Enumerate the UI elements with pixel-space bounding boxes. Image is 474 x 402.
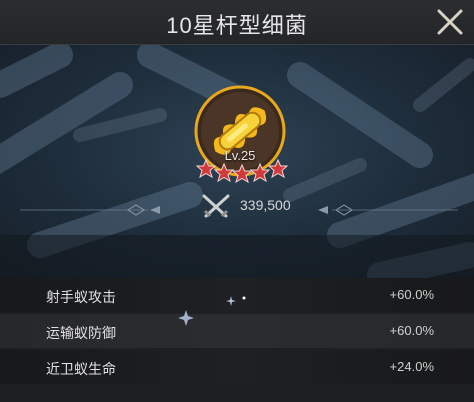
hero-banner: Lv.25 339,500 <box>0 45 474 278</box>
stat-name: 近卫蚁生命 <box>46 361 116 377</box>
stat-value: +24.0% <box>389 359 434 374</box>
crossed-swords-icon <box>200 192 232 220</box>
panel-title: 10星杆型细菌 <box>166 13 308 38</box>
stat-row: 运输蚁防御 +60.0% <box>0 314 474 348</box>
power-value: 339,500 <box>240 197 291 213</box>
stat-name: 运输蚁防御 <box>46 325 116 341</box>
bacteria-detail-panel: 10星杆型细菌 Lv.25 339,500 射手蚁攻击 +60.0% 运输蚁防御… <box>0 0 474 402</box>
stat-value: +60.0% <box>389 323 434 338</box>
left-divider-icon <box>20 204 160 216</box>
stat-name: 射手蚁攻击 <box>46 289 116 305</box>
stat-value: +60.0% <box>389 287 434 302</box>
level-label: Lv.25 <box>224 148 256 163</box>
close-icon[interactable] <box>434 6 466 38</box>
stat-row: 射手蚁攻击 +60.0% <box>0 278 474 312</box>
power-row: 339,500 <box>0 192 474 218</box>
stats-list: 射手蚁攻击 +60.0% 运输蚁防御 +60.0% 近卫蚁生命 +24.0% <box>0 278 474 386</box>
stat-row: 近卫蚁生命 +24.0% <box>0 350 474 384</box>
title-bar: 10星杆型细菌 <box>0 0 474 45</box>
right-divider-icon <box>318 204 458 216</box>
